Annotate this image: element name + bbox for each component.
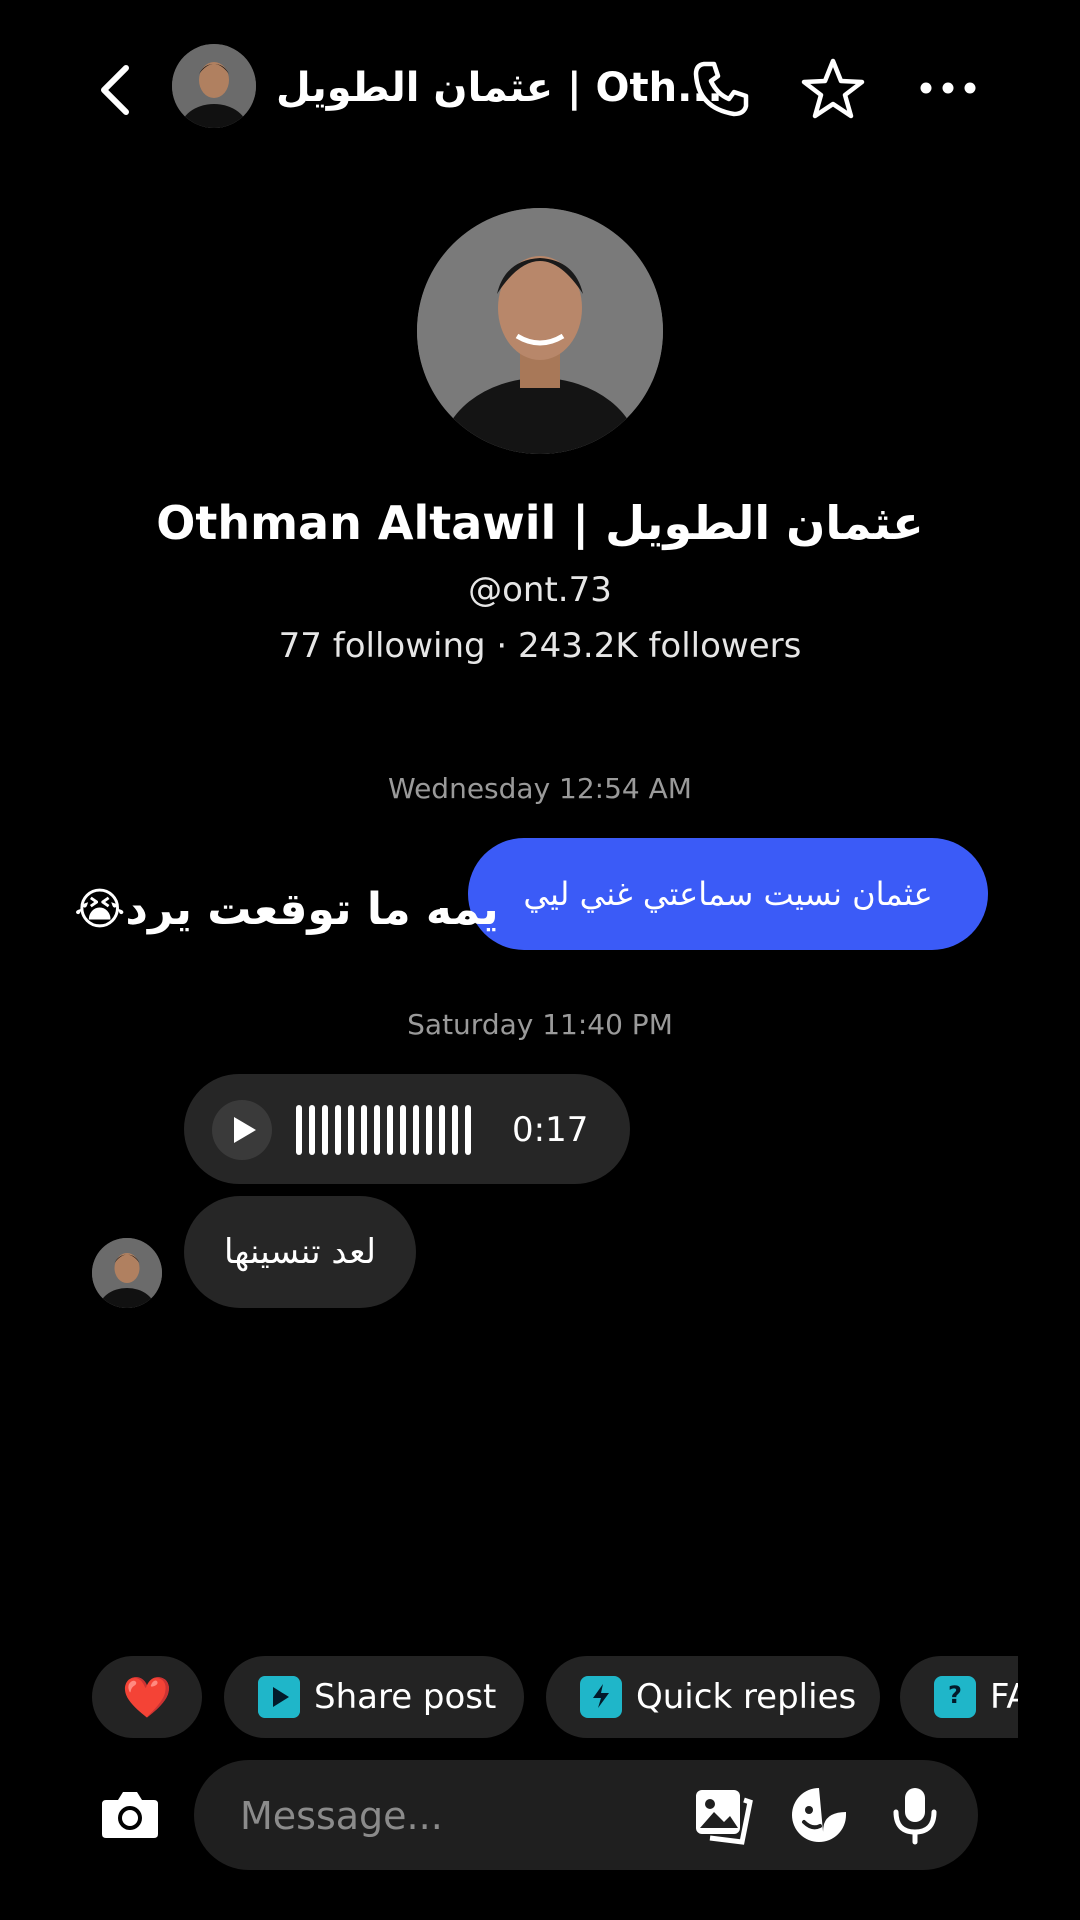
message-input[interactable]: [238, 1760, 662, 1872]
overlay-caption: يمه ما توقعت يرد😭: [74, 884, 499, 935]
share-post-chip[interactable]: Share post: [224, 1656, 524, 1738]
profile-name: Othman Altawil | عثمان الطويل: [156, 496, 924, 550]
play-icon: [234, 1117, 256, 1143]
svg-text:?: ?: [948, 1681, 962, 1709]
share-post-icon: [258, 1676, 300, 1718]
lightning-icon: [580, 1676, 622, 1718]
quick-replies-label: Quick replies: [636, 1677, 857, 1717]
star-icon[interactable]: [800, 56, 866, 122]
outgoing-message-bubble[interactable]: عثمان نسيت سماعتي غني ليي: [468, 838, 988, 950]
share-post-label: Share post: [314, 1677, 497, 1717]
quick-replies-chip[interactable]: Quick replies: [546, 1656, 880, 1738]
timestamp: Wednesday 12:54 AM: [388, 772, 692, 805]
voice-duration: 0:17: [512, 1110, 589, 1150]
header-avatar[interactable]: [172, 44, 256, 128]
gallery-icon[interactable]: [692, 1784, 754, 1846]
camera-icon[interactable]: [100, 1786, 160, 1842]
profile-stats: 77 following · 243.2K followers: [278, 626, 802, 666]
microphone-icon[interactable]: [884, 1784, 946, 1846]
sticker-icon[interactable]: [788, 1784, 850, 1846]
faq-chip[interactable]: ? FAQ: [900, 1656, 1018, 1738]
more-options-icon[interactable]: [916, 68, 980, 108]
sender-avatar[interactable]: [92, 1238, 162, 1308]
play-button[interactable]: [212, 1100, 272, 1160]
message-composer: [194, 1760, 978, 1872]
quick-actions-bar: ❤️ Share post Quick replies ? FAQ: [92, 1656, 1018, 1738]
timestamp: Saturday 11:40 PM: [407, 1008, 673, 1041]
profile-avatar[interactable]: [417, 208, 663, 454]
incoming-message-bubble[interactable]: لعد تنسينها: [184, 1196, 416, 1308]
header-title[interactable]: عثمان الطويل | Oth...: [276, 62, 723, 114]
phone-icon[interactable]: [690, 58, 752, 120]
heart-chip[interactable]: ❤️: [92, 1656, 202, 1738]
back-chevron-icon[interactable]: [92, 62, 140, 118]
profile-handle: @ont.73: [468, 570, 612, 610]
question-icon: ?: [934, 1676, 976, 1718]
faq-label: FAQ: [990, 1677, 1018, 1717]
voice-waveform: [296, 1104, 471, 1156]
heart-icon: ❤️: [122, 1674, 172, 1721]
